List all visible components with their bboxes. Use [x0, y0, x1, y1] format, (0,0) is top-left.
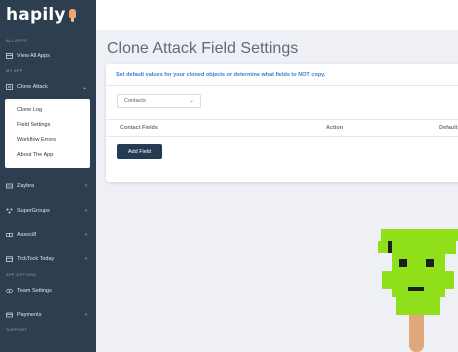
- column-header-action: Action: [326, 125, 344, 131]
- chevron-down-icon: ⌄: [188, 98, 194, 104]
- sidebar-item-label: Associ8: [17, 232, 37, 238]
- card-description: Set default values for your cloned objec…: [116, 72, 326, 78]
- submenu-item-about-the-app[interactable]: About The App: [5, 147, 90, 162]
- sidebar-item-label: TickTock Today: [17, 256, 55, 262]
- chevron-right-icon: ›: [85, 183, 87, 189]
- apps-grid-icon: [6, 53, 13, 59]
- sidebar-item-supergroups[interactable]: SuperGroups ›: [0, 204, 96, 218]
- sidebar-item-label: Clone Attack: [17, 84, 48, 90]
- object-type-select[interactable]: Contacts ⌄: [117, 94, 201, 108]
- sidebar: hapily ALL APPS View All Apps MY APP Clo…: [0, 0, 96, 352]
- sidebar-item-clone-attack[interactable]: Clone Attack ⌄: [0, 80, 96, 94]
- chevron-right-icon: ›: [85, 208, 87, 214]
- sidebar-item-team-settings[interactable]: Team Settings: [0, 284, 96, 298]
- sidebar-item-label: Payments: [17, 312, 42, 318]
- clone-attack-submenu: Clone Log Field Settings Workflow Errors…: [5, 99, 90, 168]
- groups-icon: [6, 208, 13, 214]
- page-title: Clone Attack Field Settings: [107, 40, 299, 57]
- sidebar-item-label: SuperGroups: [17, 208, 50, 214]
- credit-card-icon: [6, 312, 13, 318]
- section-label-my-app: MY APP: [6, 68, 23, 73]
- add-field-button[interactable]: Add Field: [117, 144, 162, 159]
- column-header-default: Default: [439, 125, 458, 131]
- section-label-app-options: APP OPTIONS: [6, 272, 37, 277]
- section-label-all-apps: ALL APPS: [6, 38, 27, 43]
- sidebar-item-label: Zaybra: [17, 183, 35, 189]
- chevron-right-icon: ›: [85, 312, 87, 318]
- sidebar-item-zaybra[interactable]: Zaybra ›: [0, 179, 96, 193]
- top-bar: [96, 0, 458, 30]
- submenu-item-workflow-errors[interactable]: Workflow Errors: [5, 132, 90, 147]
- popsicle-stick: [409, 315, 424, 352]
- column-header-contact-fields: Contact Fields: [120, 125, 158, 131]
- popsicle-logo-icon: [68, 8, 77, 22]
- logo-text: hapily: [6, 5, 66, 25]
- field-settings-card: Set default values for your cloned objec…: [106, 64, 458, 182]
- chevron-right-icon: ›: [85, 232, 87, 238]
- table-header: Contact Fields Action Default: [106, 119, 458, 137]
- keyboard-icon: [6, 183, 13, 189]
- object-type-select-value: Contacts: [124, 98, 146, 104]
- card-header: Set default values for your cloned objec…: [106, 64, 458, 86]
- submenu-item-clone-log[interactable]: Clone Log: [5, 102, 90, 117]
- sidebar-item-associ8[interactable]: Associ8 ›: [0, 228, 96, 242]
- sidebar-item-payments[interactable]: Payments ›: [0, 308, 96, 322]
- sidebar-item-label: View All Apps: [17, 53, 50, 59]
- chevron-right-icon: ›: [85, 256, 87, 262]
- popsicle-mascot-image: [378, 229, 458, 352]
- chevron-down-icon: ⌄: [81, 84, 87, 91]
- eye-icon: [6, 288, 13, 294]
- link-icon: [6, 232, 13, 238]
- clone-icon: [6, 84, 13, 90]
- sidebar-item-view-all-apps[interactable]: View All Apps: [0, 49, 96, 63]
- sidebar-item-ticktock-today[interactable]: TickTock Today ›: [0, 252, 96, 266]
- section-label-support: SUPPORT: [6, 327, 28, 332]
- submenu-item-field-settings[interactable]: Field Settings: [5, 117, 90, 132]
- calendar-icon: [6, 256, 13, 262]
- sidebar-item-label: Team Settings: [17, 288, 52, 294]
- hapily-logo[interactable]: hapily: [6, 4, 77, 26]
